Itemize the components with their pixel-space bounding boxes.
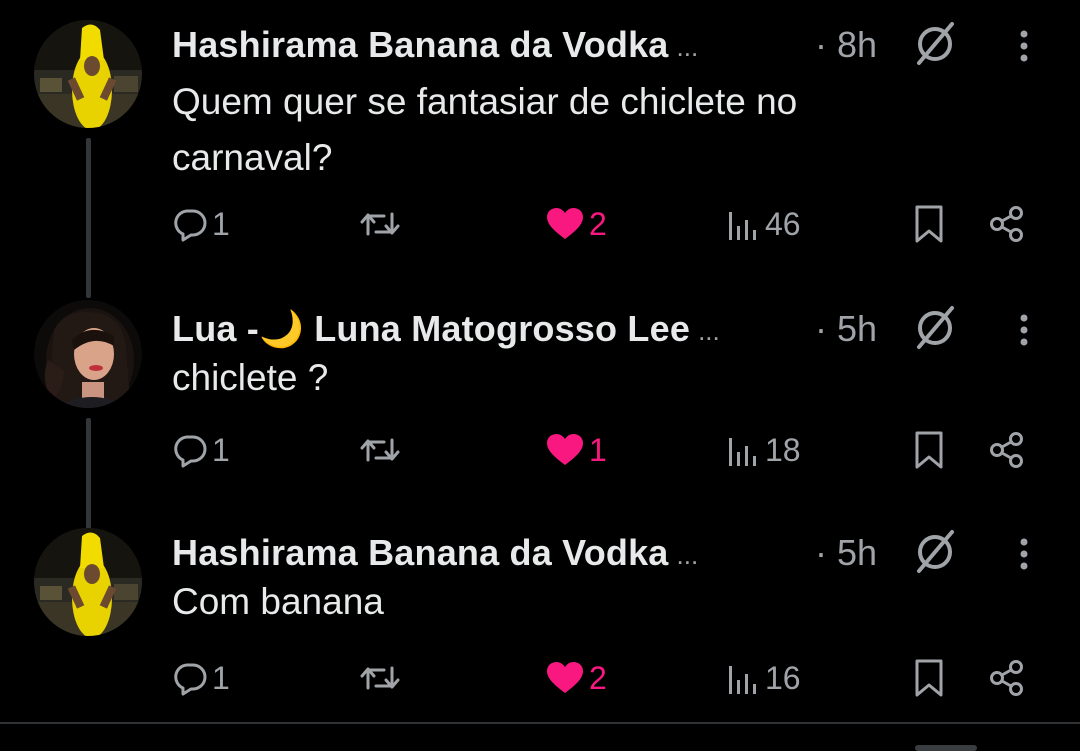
tweet-text: chiclete ?	[172, 357, 329, 398]
retweet-button[interactable]	[358, 648, 406, 708]
share-icon	[990, 432, 1023, 468]
more-options-icon[interactable]	[1010, 26, 1038, 66]
retweet-button[interactable]	[358, 194, 406, 254]
views-button[interactable]: 18	[725, 420, 801, 480]
banana-costume-avatar	[34, 20, 142, 128]
views-chart-icon	[729, 212, 756, 240]
bookmark-icon	[915, 205, 943, 243]
reply-icon	[174, 209, 207, 242]
author-name[interactable]: Hashirama Banana da Vodka	[172, 532, 669, 574]
author-name[interactable]: Hashirama Banana da Vodka	[172, 24, 669, 66]
tweet[interactable]: Lua -🌙 Luna Matogrosso Lee ... · 5h chic…	[0, 290, 1080, 583]
tweet-text: Quem quer se fantasiar de chiclete no ca…	[172, 81, 798, 178]
views-chart-icon	[729, 666, 756, 694]
view-count: 46	[765, 205, 801, 242]
reply-button[interactable]: 1	[172, 648, 230, 708]
heart-filled-icon	[547, 434, 583, 465]
views-chart-icon	[729, 438, 756, 466]
unavailable-badge-icon[interactable]	[910, 302, 960, 352]
tweet[interactable]: Hashirama Banana da Vodka ... · 5h Com b…	[0, 514, 1080, 714]
bookmark-button[interactable]	[912, 194, 946, 254]
views-button[interactable]: 16	[725, 648, 801, 708]
retweet-button[interactable]	[358, 420, 406, 480]
timestamp[interactable]: · 8h	[815, 20, 877, 70]
tweet-text: Com banana	[172, 581, 384, 622]
reply-button[interactable]: 1	[172, 420, 230, 480]
action-bar: 1 2	[0, 194, 1080, 254]
retweet-icon	[360, 666, 400, 690]
name-truncation: ...	[676, 31, 699, 62]
share-icon	[990, 660, 1023, 696]
bottom-indicator	[915, 745, 977, 751]
like-count: 2	[589, 659, 607, 696]
bookmark-icon	[915, 659, 943, 697]
bookmark-button[interactable]	[912, 420, 946, 480]
more-options-icon[interactable]	[1010, 310, 1038, 350]
view-count: 18	[765, 431, 801, 468]
like-button[interactable]: 1	[545, 420, 607, 480]
like-button[interactable]: 2	[545, 194, 607, 254]
author-name[interactable]: Lua -🌙 Luna Matogrosso Lee	[172, 308, 690, 350]
view-count: 16	[765, 659, 801, 696]
name-truncation: ...	[698, 315, 720, 346]
share-button[interactable]	[988, 194, 1026, 254]
more-options-icon[interactable]	[1010, 534, 1038, 574]
action-bar: 1 2	[0, 648, 1080, 708]
views-button[interactable]: 46	[725, 194, 801, 254]
heart-filled-icon	[547, 662, 583, 693]
bookmark-button[interactable]	[912, 648, 946, 708]
reply-button[interactable]: 1	[172, 194, 230, 254]
share-button[interactable]	[988, 648, 1026, 708]
divider	[0, 722, 1080, 724]
banana-costume-avatar	[34, 528, 142, 636]
share-button[interactable]	[988, 420, 1026, 480]
unavailable-badge-icon[interactable]	[910, 526, 960, 576]
reply-count: 1	[212, 659, 230, 696]
avatar[interactable]	[34, 20, 142, 128]
action-bar: 1 1 18	[0, 420, 1080, 480]
share-icon	[990, 206, 1023, 242]
timestamp[interactable]: · 5h	[815, 528, 877, 578]
retweet-icon	[360, 212, 400, 236]
reply-count: 1	[212, 431, 230, 468]
avatar[interactable]	[34, 528, 142, 636]
name-truncation: ...	[676, 539, 699, 570]
like-count: 1	[589, 431, 607, 468]
timestamp[interactable]: · 5h	[815, 304, 877, 354]
reply-icon	[174, 435, 207, 468]
tweet[interactable]: Hashirama Banana da Vodka ... · 8h Quem …	[0, 6, 1080, 298]
woman-portrait-avatar	[34, 300, 142, 408]
tweet-header: Hashirama Banana da Vodka ...	[172, 528, 698, 578]
avatar[interactable]	[34, 300, 142, 408]
tweet-header: Hashirama Banana da Vodka ...	[172, 20, 698, 70]
bookmark-icon	[915, 431, 943, 469]
heart-filled-icon	[547, 208, 583, 239]
reply-icon	[174, 663, 207, 696]
unavailable-badge-icon[interactable]	[910, 18, 960, 68]
like-button[interactable]: 2	[545, 648, 607, 708]
reply-thread: Hashirama Banana da Vodka ... · 8h Quem …	[0, 0, 1080, 751]
tweet-header: Lua -🌙 Luna Matogrosso Lee ...	[172, 304, 720, 354]
retweet-icon	[360, 438, 400, 462]
like-count: 2	[589, 205, 607, 242]
reply-count: 1	[212, 205, 230, 242]
